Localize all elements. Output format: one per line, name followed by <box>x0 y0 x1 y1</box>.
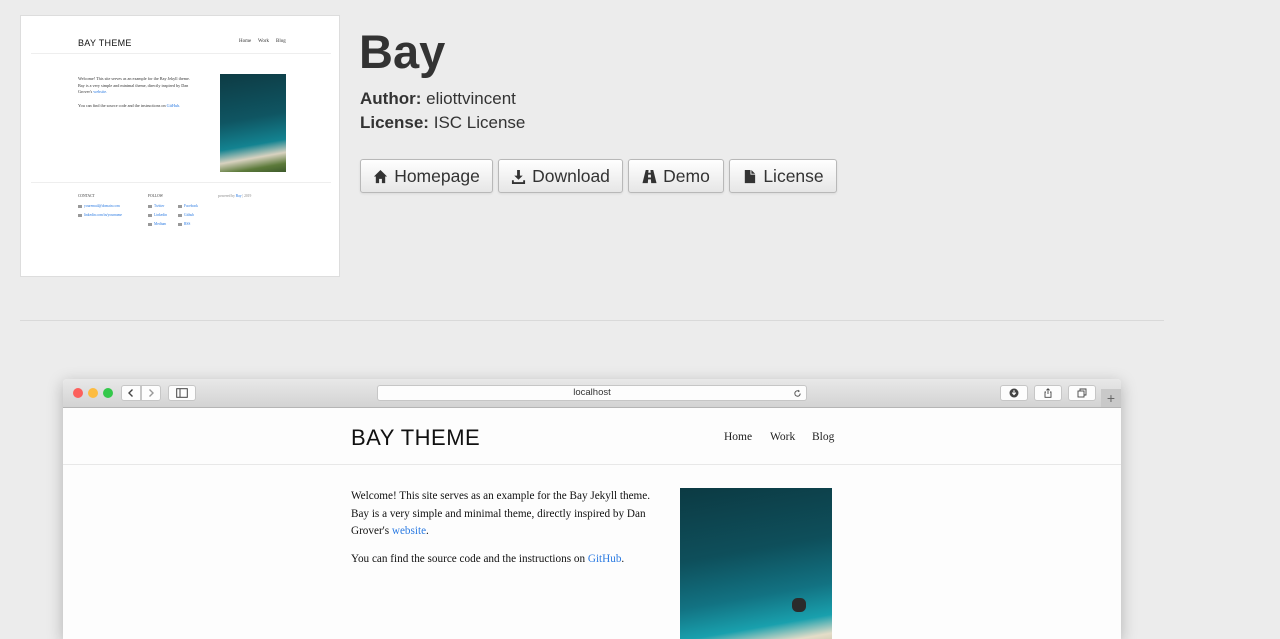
author-value: eliottvincent <box>426 89 516 108</box>
address-bar[interactable]: localhost <box>377 385 807 401</box>
site-nav-home[interactable]: Home <box>724 431 752 443</box>
photo-vehicle-detail <box>792 598 806 612</box>
homepage-button-label: Homepage <box>394 165 480 186</box>
thumbnail-follow-item: Medium <box>148 222 166 226</box>
site-brand[interactable]: BAY THEME <box>351 425 480 451</box>
reload-icon[interactable] <box>793 389 802 398</box>
sidebar-icon <box>176 388 188 398</box>
beach-aerial-photo <box>680 488 832 639</box>
site-header-rule <box>63 464 1121 465</box>
tabs-icon <box>1077 388 1087 398</box>
download-circle-icon <box>1009 388 1019 398</box>
back-button[interactable] <box>121 385 141 401</box>
author-line: Author: eliottvincent <box>360 89 516 109</box>
twitter-icon <box>148 204 152 208</box>
author-label: Author: <box>360 89 422 108</box>
thumbnail-intro: Welcome! This site serves as an example … <box>78 76 190 94</box>
share-button[interactable] <box>1034 385 1062 401</box>
thumbnail-nav-blog: Blog <box>276 39 286 44</box>
thumbnail-page: BAY THEME Home Work Blog Welcome! This s… <box>31 26 331 271</box>
thumbnail-contact-heading: CONTACT <box>78 194 95 198</box>
forward-button[interactable] <box>141 385 161 401</box>
facebook-icon <box>178 204 182 208</box>
homepage-button[interactable]: Homepage <box>360 159 493 193</box>
thumbnail-footer-rule <box>31 182 331 183</box>
address-bar-url: localhost <box>573 387 611 398</box>
mail-icon <box>78 204 82 208</box>
thumbnail-contact-item: linkedin.com/in/yourname <box>78 213 122 217</box>
thumbnail-follow-heading: FOLLOW <box>148 194 163 198</box>
minimize-window-button[interactable] <box>88 388 98 398</box>
license-value: ISC License <box>433 113 526 132</box>
linkedin-icon <box>78 213 82 217</box>
download-button[interactable]: Download <box>498 159 623 193</box>
thumbnail-nav-work: Work <box>258 39 269 44</box>
site-nav-blog[interactable]: Blog <box>812 431 834 443</box>
browser-window-preview: localhost + BAY THEME Home Work Blog Wel… <box>63 379 1121 639</box>
thumbnail-follow-item: Github <box>178 213 194 217</box>
linkedin-icon <box>148 213 152 217</box>
license-button[interactable]: License <box>729 159 837 193</box>
theme-screenshot-thumbnail[interactable]: BAY THEME Home Work Blog Welcome! This s… <box>20 15 340 277</box>
chevron-left-icon <box>128 389 133 397</box>
theme-title: Bay <box>359 25 446 78</box>
thumbnail-beach-photo <box>220 74 286 172</box>
tabs-overview-button[interactable] <box>1068 385 1096 401</box>
browser-toolbar: localhost + <box>63 379 1121 408</box>
zoom-window-button[interactable] <box>103 388 113 398</box>
github-link[interactable]: GitHub <box>588 553 622 565</box>
section-divider <box>20 320 1164 321</box>
medium-icon <box>148 222 152 226</box>
sidebar-toggle-button[interactable] <box>168 385 196 401</box>
downloads-button[interactable] <box>1000 385 1028 401</box>
site-intro-paragraph: Welcome! This site serves as an example … <box>351 490 650 537</box>
thumbnail-follow-item: Linkedin <box>148 213 167 217</box>
license-label: License: <box>360 113 429 132</box>
thumbnail-powered-by: powered by Bay | 2019 <box>218 194 252 198</box>
thumbnail-source: You can find the source code and the ins… <box>78 103 181 108</box>
website-link[interactable]: website <box>392 525 426 537</box>
site-nav-work[interactable]: Work <box>770 431 795 443</box>
thumbnail-nav-home: Home <box>239 39 252 44</box>
close-window-button[interactable] <box>73 388 83 398</box>
share-icon <box>1044 388 1052 398</box>
thumbnail-follow-item: Twitter <box>148 204 164 208</box>
license-line: License: ISC License <box>360 113 525 133</box>
github-icon <box>178 213 182 217</box>
website-content: BAY THEME Home Work Blog Welcome! This s… <box>63 408 1121 639</box>
site-source-paragraph: You can find the source code and the ins… <box>351 553 625 565</box>
thumbnail-brand: BAY THEME <box>78 38 132 48</box>
home-icon <box>374 169 388 183</box>
license-button-label: License <box>763 165 824 186</box>
download-button-label: Download <box>532 165 610 186</box>
thumbnail-follow-item: Facebook <box>178 204 198 208</box>
file-icon <box>745 169 756 183</box>
demo-button[interactable]: Demo <box>628 159 724 193</box>
thumbnail-follow-item: RSS <box>178 222 190 226</box>
road-icon <box>642 169 657 183</box>
thumbnail-contact-item: youremail@domain.com <box>78 204 120 208</box>
demo-button-label: Demo <box>663 165 710 186</box>
thumbnail-header-rule <box>31 53 331 54</box>
chevron-right-icon <box>149 389 154 397</box>
new-tab-button[interactable]: + <box>1101 389 1121 407</box>
download-icon <box>512 169 526 184</box>
rss-icon <box>178 222 182 226</box>
